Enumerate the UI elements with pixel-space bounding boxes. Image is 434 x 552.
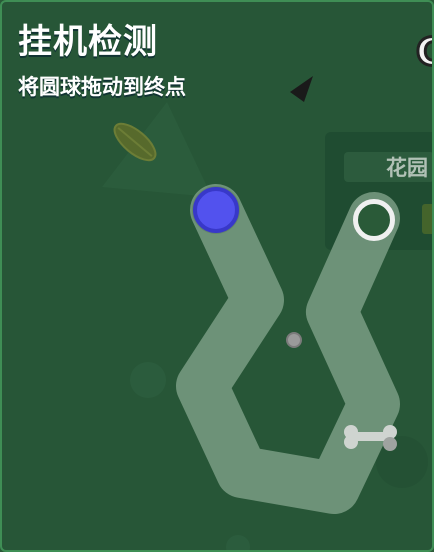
small-stone-icon (286, 332, 302, 348)
background-blob (226, 535, 250, 550)
captcha-instruction: 将圆球拖动到终点 (18, 75, 186, 99)
captcha-field: 花园 C 挂机检测 将圆球拖动到终点 (0, 0, 434, 552)
goal-ring-icon (353, 199, 395, 241)
background-shape (102, 102, 212, 197)
blue-ball-icon[interactable] (193, 187, 239, 233)
background-blob (130, 362, 166, 398)
dark-shard-icon (290, 76, 313, 102)
captcha-title: 挂机检测 (18, 22, 158, 62)
